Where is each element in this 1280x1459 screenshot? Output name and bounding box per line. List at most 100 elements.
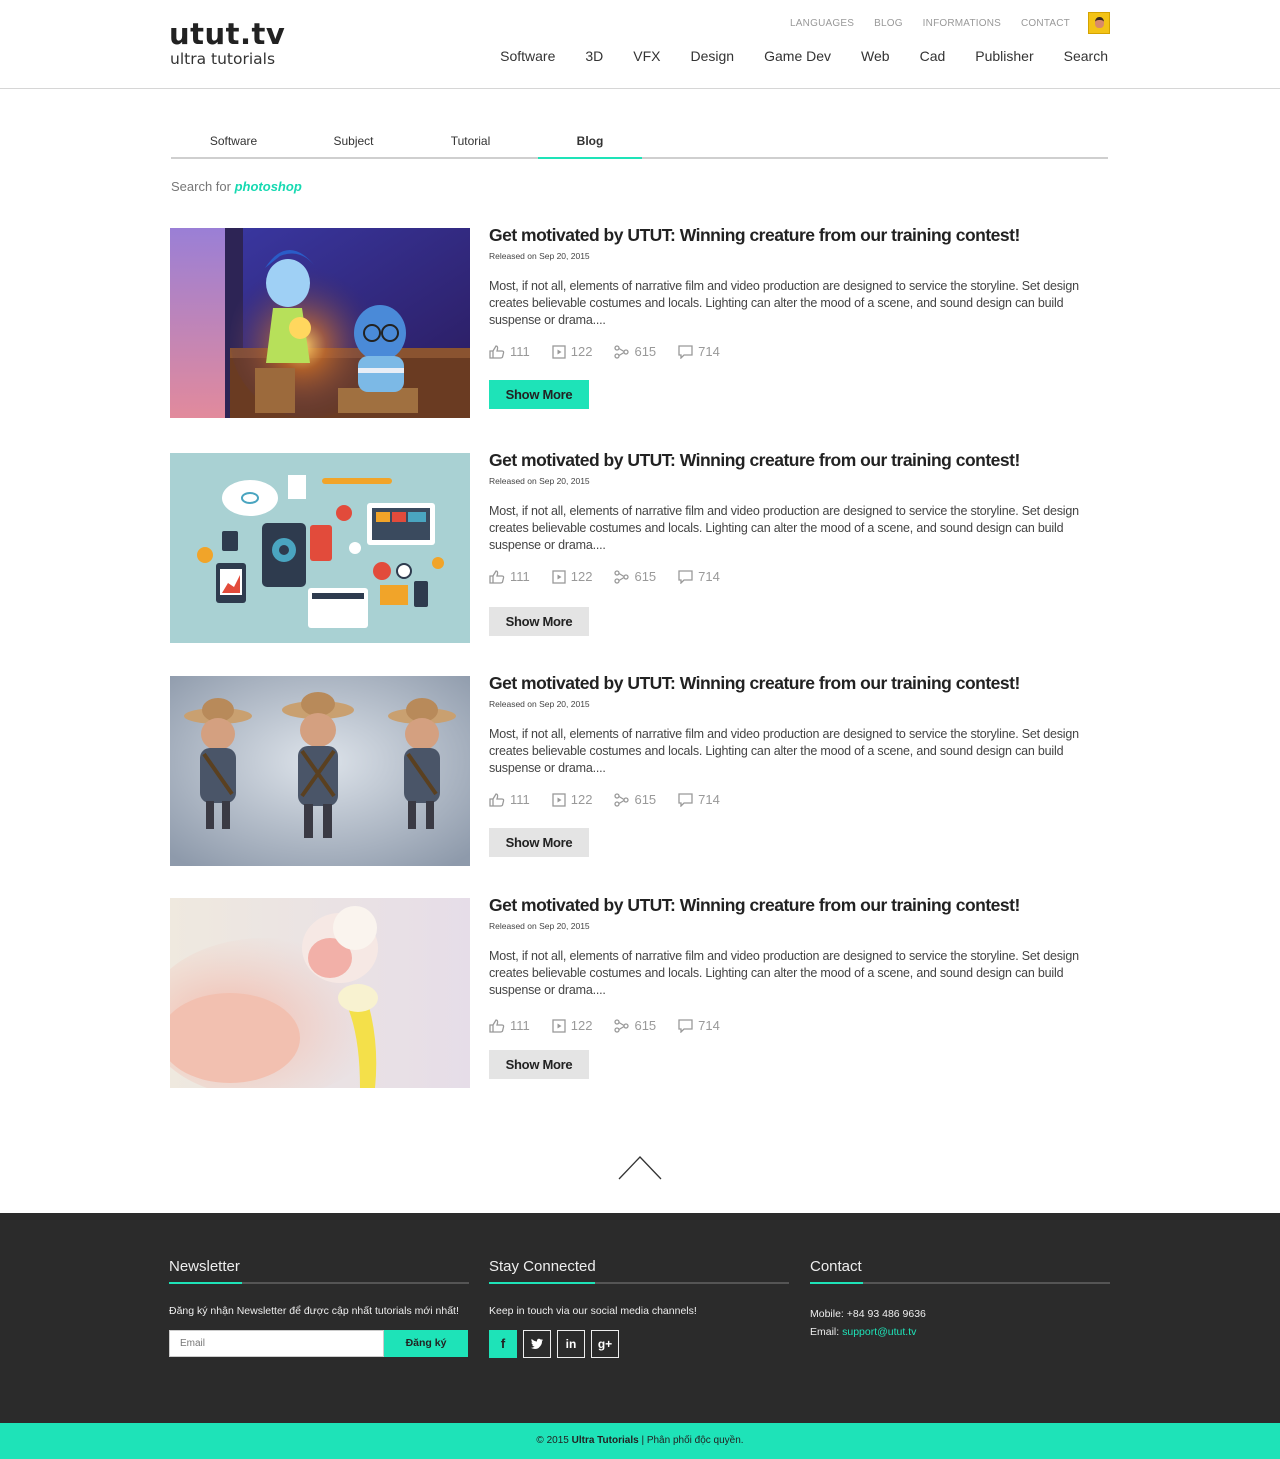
comment-icon bbox=[678, 792, 693, 807]
site-header: utut.tv ultra tutorials LANGUAGES BLOG I… bbox=[0, 0, 1280, 89]
like-stat[interactable]: 111 bbox=[489, 569, 530, 584]
twitter-icon[interactable] bbox=[523, 1330, 551, 1358]
post-content: Get motivated by UTUT: Winning creature … bbox=[489, 225, 1109, 409]
google-plus-icon[interactable]: g+ bbox=[591, 1330, 619, 1358]
share-stat[interactable]: 615 bbox=[614, 792, 656, 807]
nav-web[interactable]: Web bbox=[861, 48, 890, 64]
contact-section: Contact Mobile: +84 93 486 9636 Email: s… bbox=[810, 1258, 1110, 1341]
subscribe-button[interactable]: Đăng ký bbox=[384, 1330, 468, 1357]
nav-search[interactable]: Search bbox=[1064, 48, 1108, 64]
site-logo[interactable]: utut.tv ultra tutorials bbox=[169, 18, 285, 68]
nav-game-dev[interactable]: Game Dev bbox=[764, 48, 831, 64]
post-title[interactable]: Get motivated by UTUT: Winning creature … bbox=[489, 225, 1109, 245]
post-thumbnail[interactable] bbox=[170, 453, 470, 643]
comment-stat[interactable]: 714 bbox=[678, 792, 720, 807]
post-content: Get motivated by UTUT: Winning creature … bbox=[489, 673, 1109, 857]
post-stats: 111 122 615 714 bbox=[489, 1018, 1109, 1033]
comment-stat[interactable]: 714 bbox=[678, 569, 720, 584]
post-thumbnail[interactable] bbox=[170, 228, 470, 418]
show-more-button[interactable]: Show More bbox=[489, 380, 589, 409]
like-stat[interactable]: 111 bbox=[489, 344, 530, 359]
share-count: 615 bbox=[634, 1018, 657, 1033]
share-icon bbox=[614, 569, 630, 584]
tab-blog[interactable]: Blog bbox=[538, 134, 642, 159]
user-avatar[interactable] bbox=[1088, 12, 1110, 34]
show-more-button[interactable]: Show More bbox=[489, 607, 589, 636]
share-stat[interactable]: 615 bbox=[614, 344, 656, 359]
tab-subject[interactable]: Subject bbox=[291, 134, 416, 159]
video-stat[interactable]: 122 bbox=[552, 1018, 593, 1033]
nav-software[interactable]: Software bbox=[500, 48, 555, 64]
nav-3d[interactable]: 3D bbox=[585, 48, 603, 64]
post-card: Get motivated by UTUT: Winning creature … bbox=[170, 450, 1110, 643]
comment-stat[interactable]: 714 bbox=[678, 344, 720, 359]
video-count: 122 bbox=[570, 569, 593, 584]
category-tabs: Software Subject Tutorial Blog bbox=[171, 134, 1108, 159]
post-card: Get motivated by UTUT: Winning creature … bbox=[170, 225, 1110, 418]
social-section: Stay Connected Keep in touch via our soc… bbox=[489, 1258, 789, 1358]
video-count: 122 bbox=[570, 792, 593, 807]
characters-scene-image bbox=[170, 228, 470, 418]
facebook-icon[interactable]: f bbox=[489, 1330, 517, 1358]
post-description: Most, if not all, elements of narrative … bbox=[489, 504, 1079, 552]
share-stat[interactable]: 615 bbox=[614, 1018, 656, 1033]
post-stats: 111 122 615 714 bbox=[489, 569, 1109, 584]
tab-software[interactable]: Software bbox=[171, 134, 296, 159]
logo-name: utut.tv bbox=[169, 17, 286, 51]
search-prefix: Search for bbox=[171, 179, 231, 194]
search-term: photoshop bbox=[234, 179, 302, 194]
social-links: f in g+ bbox=[489, 1330, 789, 1358]
post-card: Get motivated by UTUT: Winning creature … bbox=[170, 895, 1110, 1088]
top-link-languages[interactable]: LANGUAGES bbox=[790, 18, 854, 29]
video-stat[interactable]: 122 bbox=[552, 344, 593, 359]
post-date: Released on Sep 20, 2015 bbox=[489, 921, 590, 931]
nav-design[interactable]: Design bbox=[691, 48, 735, 64]
top-links: LANGUAGES BLOG INFORMATIONS CONTACT bbox=[770, 12, 1110, 34]
linkedin-icon[interactable]: in bbox=[557, 1330, 585, 1358]
video-stat[interactable]: 122 bbox=[552, 792, 593, 807]
email-field[interactable] bbox=[169, 1330, 384, 1357]
play-box-icon bbox=[552, 792, 566, 807]
comment-icon bbox=[678, 1018, 693, 1033]
post-title[interactable]: Get motivated by UTUT: Winning creature … bbox=[489, 673, 1109, 693]
share-stat[interactable]: 615 bbox=[614, 569, 656, 584]
share-icon bbox=[614, 792, 630, 807]
scroll-to-top-icon[interactable] bbox=[617, 1155, 663, 1181]
like-stat[interactable]: 111 bbox=[489, 1018, 530, 1033]
video-count: 122 bbox=[570, 1018, 593, 1033]
video-stat[interactable]: 122 bbox=[552, 569, 593, 584]
share-icon bbox=[614, 344, 630, 359]
post-stats: 111 122 615 714 bbox=[489, 792, 1109, 807]
like-count: 111 bbox=[510, 792, 530, 807]
post-title[interactable]: Get motivated by UTUT: Winning creature … bbox=[489, 895, 1109, 915]
post-title[interactable]: Get motivated by UTUT: Winning creature … bbox=[489, 450, 1109, 470]
share-count: 615 bbox=[634, 344, 657, 359]
contact-email: Email: support@utut.tv bbox=[810, 1323, 1110, 1341]
nav-publisher[interactable]: Publisher bbox=[975, 48, 1033, 64]
like-stat[interactable]: 111 bbox=[489, 792, 530, 807]
post-date: Released on Sep 20, 2015 bbox=[489, 699, 590, 709]
play-box-icon bbox=[552, 1018, 566, 1033]
nav-cad[interactable]: Cad bbox=[920, 48, 946, 64]
show-more-button[interactable]: Show More bbox=[489, 1050, 589, 1079]
post-thumbnail[interactable] bbox=[170, 676, 470, 866]
contact-mobile: Mobile: +84 93 486 9636 bbox=[810, 1305, 1110, 1323]
nav-vfx[interactable]: VFX bbox=[633, 48, 660, 64]
play-box-icon bbox=[552, 569, 566, 584]
heading-divider bbox=[169, 1282, 469, 1284]
show-more-button[interactable]: Show More bbox=[489, 828, 589, 857]
video-count: 122 bbox=[570, 344, 593, 359]
comment-stat[interactable]: 714 bbox=[678, 1018, 720, 1033]
post-thumbnail[interactable] bbox=[170, 898, 470, 1088]
top-link-contact[interactable]: CONTACT bbox=[1021, 18, 1070, 29]
post-content: Get motivated by UTUT: Winning creature … bbox=[489, 895, 1109, 1079]
post-description: Most, if not all, elements of narrative … bbox=[489, 727, 1079, 775]
top-link-blog[interactable]: BLOG bbox=[874, 18, 903, 29]
top-link-informations[interactable]: INFORMATIONS bbox=[923, 18, 1001, 29]
post-date: Released on Sep 20, 2015 bbox=[489, 251, 590, 261]
tab-tutorial[interactable]: Tutorial bbox=[408, 134, 533, 159]
thumbs-up-icon bbox=[489, 344, 505, 359]
post-card: Get motivated by UTUT: Winning creature … bbox=[170, 673, 1110, 866]
copyright-bar: © 2015 Ultra Tutorials | Phân phối độc q… bbox=[0, 1423, 1280, 1459]
email-link[interactable]: support@utut.tv bbox=[842, 1326, 916, 1338]
